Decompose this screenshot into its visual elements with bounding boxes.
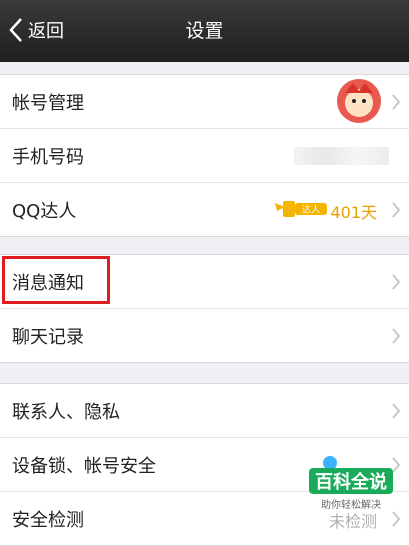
row-label: 设备锁、帐号安全 [12,456,156,477]
blurred-phone-value [294,147,389,165]
row-label: 安全检测 [12,510,84,531]
watermark-title: 百科全说 [309,468,393,494]
expert-badge-icon: 达人 [275,201,327,217]
account-group: 帐号管理 手机号码 QQ达人 达人 401天 [0,74,409,237]
chevron-right-icon [392,94,401,110]
row-label: 帐号管理 [12,93,84,114]
nav-bar: 返回 设置 [0,0,409,62]
watermark-subtitle: 助你轻松解决 [321,500,381,511]
chevron-right-icon [392,511,401,527]
settings-row-contacts-privacy[interactable]: 联系人、隐私 [0,384,409,438]
chevron-right-icon [392,274,401,290]
row-label: 联系人、隐私 [12,402,120,423]
chevron-right-icon [392,328,401,344]
settings-row-qq-expert[interactable]: QQ达人 达人 401天 [0,183,409,236]
row-label: 聊天记录 [12,327,84,348]
row-label: 手机号码 [12,147,84,168]
highlight-box [2,256,110,304]
watermark: 百科全说 助你轻松解决 [309,468,393,511]
settings-row-account-management[interactable]: 帐号管理 [0,75,409,129]
badge-text: 达人 [302,204,320,216]
row-label: QQ达人 [12,201,77,222]
security-check-status: 未检测 [328,512,377,531]
settings-row-phone-number[interactable]: 手机号码 [0,129,409,183]
expert-days: 401天 [330,203,377,222]
avatar [337,79,381,123]
privacy-group: 联系人、隐私 设备锁、帐号安全 安全检测 未检测 [0,383,409,546]
page-title: 设置 [185,20,224,42]
chevron-right-icon [392,202,401,218]
chevron-right-icon [392,403,401,419]
settings-row-chat-history[interactable]: 聊天记录 [0,309,409,362]
